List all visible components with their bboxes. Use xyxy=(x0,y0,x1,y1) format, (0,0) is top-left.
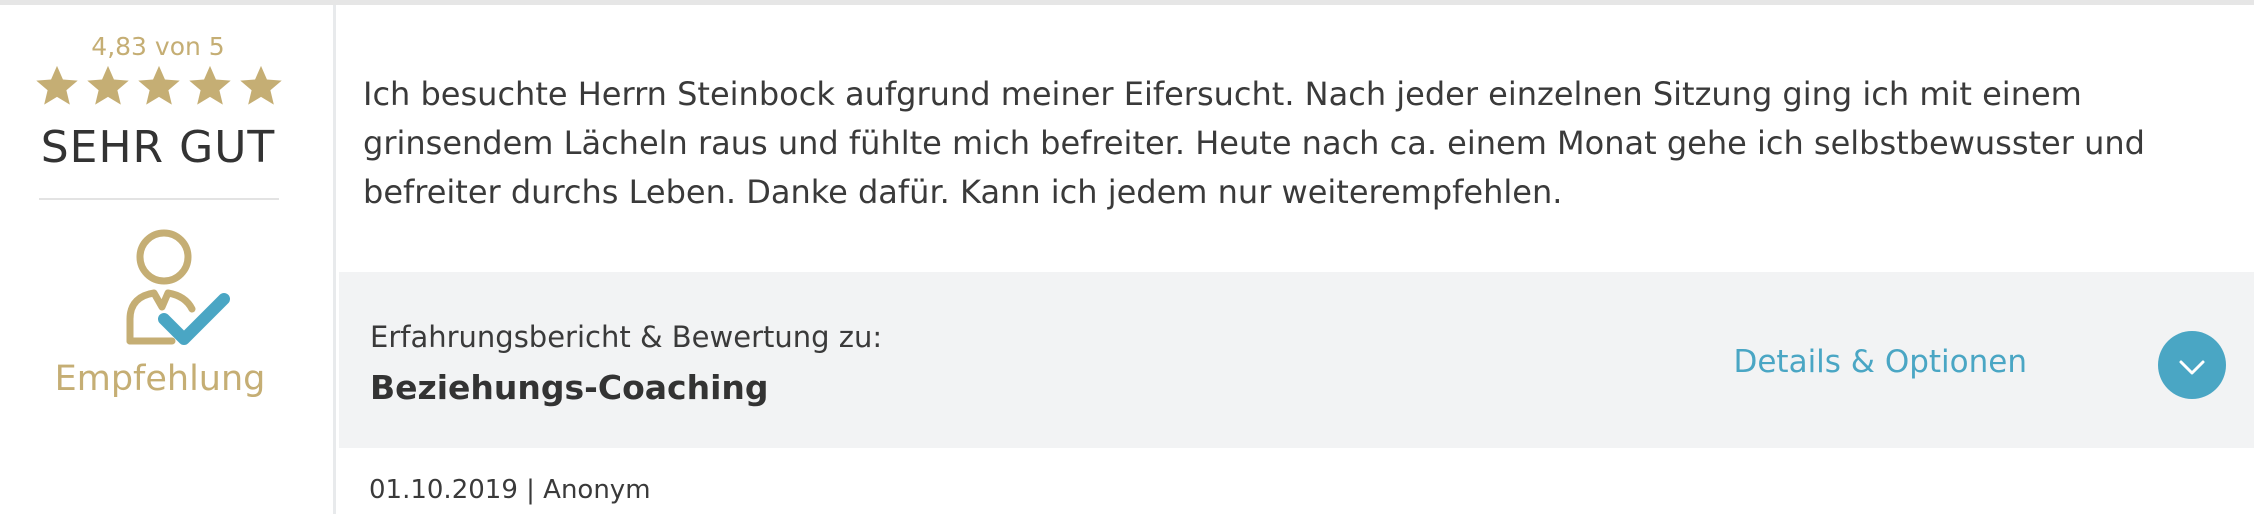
review-info-panel: Erfahrungsbericht & Bewertung zu: Bezieh… xyxy=(339,272,2254,448)
top-border xyxy=(0,0,2254,5)
review-subject-title: Beziehungs-Coaching xyxy=(370,368,769,407)
star-icon xyxy=(34,63,80,109)
details-options-link[interactable]: Details & Optionen xyxy=(1733,344,2027,380)
chevron-down-icon xyxy=(2179,360,2205,375)
star-icon xyxy=(187,63,233,109)
star-icon xyxy=(136,63,182,109)
star-icon xyxy=(238,63,284,109)
rating-label: SEHR GUT xyxy=(40,122,276,173)
person-check-icon xyxy=(120,223,230,348)
details-toggle-button[interactable] xyxy=(2158,331,2226,399)
rating-score: 4,83 von 5 xyxy=(91,32,225,61)
review-text: Ich besuchte Herrn Steinbock aufgrund me… xyxy=(363,75,2145,211)
review-meta: 01.10.2019 | Anonym xyxy=(369,475,651,505)
star-icon xyxy=(85,63,131,109)
rating-sidebar: 4,83 von 5 SEHR GUT Empfehlung xyxy=(0,5,336,514)
recommendation-label: Empfehlung xyxy=(54,359,266,399)
review-subject-label: Erfahrungsbericht & Bewertung zu: xyxy=(370,320,883,354)
rating-stars xyxy=(34,63,284,113)
divider xyxy=(39,198,279,200)
